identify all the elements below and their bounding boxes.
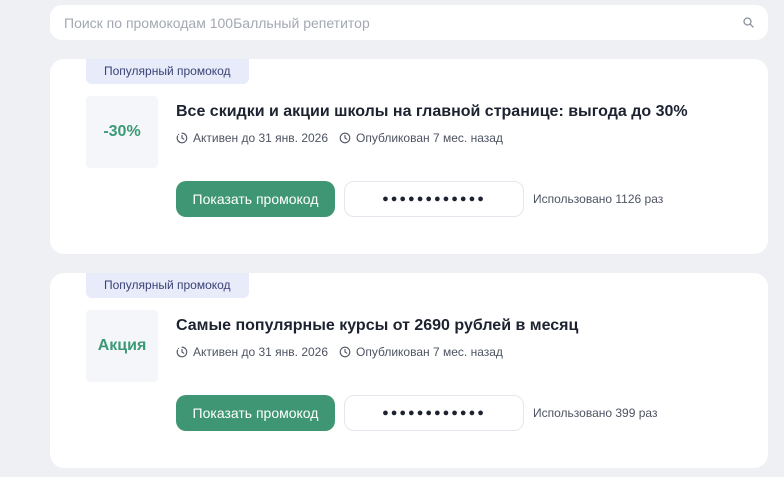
- active-until-text: Активен до 31 янв. 2026: [193, 345, 329, 359]
- usage-count: Использовано 1126 раз: [533, 192, 664, 206]
- published-text: Опубликован 7 мес. назад: [356, 345, 503, 359]
- discount-box: -30%: [86, 96, 158, 168]
- active-until: Активен до 31 янв. 2026: [176, 131, 328, 145]
- promo-code-field[interactable]: ●●●●●●●●●●●●: [344, 181, 524, 217]
- offer-title[interactable]: Все скидки и акции школы на главной стра…: [176, 103, 688, 121]
- published-text: Опубликован 7 мес. назад: [356, 131, 503, 145]
- clock-icon: [339, 132, 351, 144]
- promo-card: Популярный промокод -30% Все скидки и ак…: [50, 59, 768, 254]
- offer-meta: Активен до 31 янв. 2026 Опубликован 7 ме…: [176, 131, 503, 145]
- search-input[interactable]: [64, 14, 742, 31]
- active-until: Активен до 31 янв. 2026: [176, 345, 328, 359]
- promo-code-field[interactable]: ●●●●●●●●●●●●: [344, 395, 524, 431]
- active-until-text: Активен до 31 янв. 2026: [193, 131, 329, 145]
- show-promo-button[interactable]: Показать промокод: [176, 395, 335, 431]
- search-bar[interactable]: [50, 5, 768, 40]
- popular-badge: Популярный промокод: [86, 273, 249, 298]
- search-icon[interactable]: [742, 17, 754, 29]
- show-promo-button[interactable]: Показать промокод: [176, 181, 335, 217]
- published: Опубликован 7 мес. назад: [339, 345, 503, 359]
- offer-title[interactable]: Самые популярные курсы от 2690 рублей в …: [176, 317, 578, 335]
- promo-card: Популярный промокод Акция Самые популярн…: [50, 273, 768, 468]
- offer-meta: Активен до 31 янв. 2026 Опубликован 7 ме…: [176, 345, 503, 359]
- discount-box: Акция: [86, 310, 158, 382]
- popular-badge: Популярный промокод: [86, 59, 249, 84]
- clock-icon: [339, 346, 351, 358]
- usage-count: Использовано 399 раз: [533, 406, 658, 420]
- clock-timer-icon: [176, 346, 188, 358]
- clock-timer-icon: [176, 132, 188, 144]
- published: Опубликован 7 мес. назад: [339, 131, 503, 145]
